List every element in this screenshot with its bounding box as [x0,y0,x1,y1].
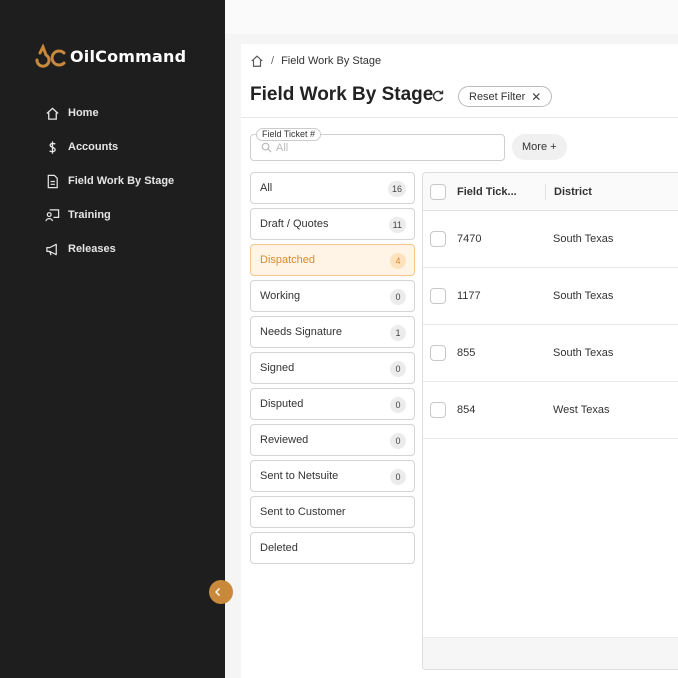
stage-count-badge: 0 [390,397,406,413]
search-icon [261,142,272,153]
chevron-left-icon [215,588,220,596]
stage-item-all[interactable]: All 16 [250,172,415,204]
cell-district: West Texas [553,404,610,416]
stage-item-disputed[interactable]: Disputed 0 [250,388,415,420]
more-filters-button[interactable]: More + [512,134,567,160]
sidebar-item-label: Home [68,107,99,119]
cell-field-ticket: 1177 [457,290,481,302]
stage-label: Working [260,290,301,302]
field-tickets-table: Field Tick... District 7470 South Texas … [422,172,678,670]
cell-district: South Texas [553,233,614,245]
stage-label: Deleted [260,542,298,554]
breadcrumb-current: Field Work By Stage [281,55,382,67]
sidebar-item-releases[interactable]: Releases [44,232,174,266]
table-row[interactable]: 1177 South Texas [423,268,678,325]
sidebar-item-field-work[interactable]: Field Work By Stage [44,164,174,198]
cell-field-ticket: 7470 [457,233,482,245]
stage-label: Reviewed [260,434,309,446]
sidebar-item-accounts[interactable]: Accounts [44,130,174,164]
stage-label: All [260,182,273,194]
top-band [225,0,678,34]
sidebar: OilCommand Home Accounts Field Work By S… [0,0,233,678]
page-title: Field Work By Stage [250,84,434,105]
table-footer [423,637,678,669]
breadcrumb: / Field Work By Stage [250,54,381,68]
table-row[interactable]: 854 West Texas [423,382,678,439]
stage-item-working[interactable]: Working 0 [250,280,415,312]
stage-label: Disputed [260,398,304,410]
select-all-checkbox[interactable] [430,183,446,200]
stage-item-reviewed[interactable]: Reviewed 0 [250,424,415,456]
training-icon [44,207,60,223]
stage-label: Dispatched [260,254,316,266]
breadcrumb-separator: / [271,55,275,67]
logo-text: OilCommand [70,46,187,66]
stage-count-badge: 0 [390,289,406,305]
stage-count-badge: 11 [388,217,406,233]
dollar-icon [44,139,60,155]
stage-count-badge: 0 [390,433,406,449]
row-checkbox[interactable] [430,345,446,361]
logo[interactable]: OilCommand [34,44,186,68]
stage-label: Sent to Netsuite [260,470,339,482]
field-ticket-filter-label: Field Ticket # [256,128,322,141]
home-icon[interactable] [250,54,264,68]
stage-item-dispatched[interactable]: Dispatched 4 [250,244,415,276]
sidebar-item-label: Field Work By Stage [68,175,175,187]
sidebar-item-training[interactable]: Training [44,198,174,232]
stage-list: All 16 Draft / Quotes 11 Dispatched 4 Wo… [250,172,415,568]
stage-label: Draft / Quotes [260,218,329,230]
cell-field-ticket: 855 [457,347,476,359]
sidebar-item-label: Training [68,209,111,221]
home-icon [44,105,60,121]
cell-district: South Texas [553,290,614,302]
stage-label: Signed [260,362,295,374]
table-header: Field Tick... District [423,173,678,211]
table-row[interactable]: 855 South Texas [423,325,678,382]
search-placeholder: All [276,141,289,154]
row-checkbox[interactable] [430,402,446,418]
stage-label: Needs Signature [260,326,342,338]
column-header-field-ticket[interactable]: Field Tick... [457,186,545,198]
main-content: / Field Work By Stage Field Work By Stag… [241,44,678,678]
stage-label: Sent to Customer [260,506,346,518]
stage-count-badge: 0 [390,469,406,485]
megaphone-icon [44,241,60,257]
stage-count-badge: 4 [390,253,406,269]
refresh-icon[interactable] [431,89,445,103]
sidebar-item-home[interactable]: Home [44,96,174,130]
sidebar-collapse-button[interactable] [209,580,233,604]
sidebar-item-label: Accounts [68,141,119,153]
stage-item-sent-to-netsuite[interactable]: Sent to Netsuite 0 [250,460,415,492]
close-icon: ✕ [531,89,542,104]
stage-item-draft-quotes[interactable]: Draft / Quotes 11 [250,208,415,240]
table-row[interactable]: 7470 South Texas [423,211,678,268]
stage-item-sent-to-customer[interactable]: Sent to Customer [250,496,415,528]
stage-item-needs-signature[interactable]: Needs Signature 1 [250,316,415,348]
cell-field-ticket: 854 [457,404,476,416]
document-icon [44,173,60,189]
header-divider [241,117,678,118]
stage-count-badge: 0 [390,361,406,377]
stage-item-signed[interactable]: Signed 0 [250,352,415,384]
column-header-district[interactable]: District [546,186,592,198]
sidebar-nav: Home Accounts Field Work By Stage Traini… [44,96,174,266]
reset-filter-label: Reset Filter [469,90,526,103]
sidebar-item-label: Releases [68,243,116,255]
stage-count-badge: 16 [387,181,406,197]
oilcommand-logo-icon [35,44,66,68]
stage-count-badge: 1 [390,325,406,341]
reset-filter-button[interactable]: Reset Filter ✕ [458,86,553,107]
stage-item-deleted[interactable]: Deleted [250,532,415,564]
row-checkbox[interactable] [430,231,446,247]
row-checkbox[interactable] [430,288,446,304]
cell-district: South Texas [553,347,614,359]
